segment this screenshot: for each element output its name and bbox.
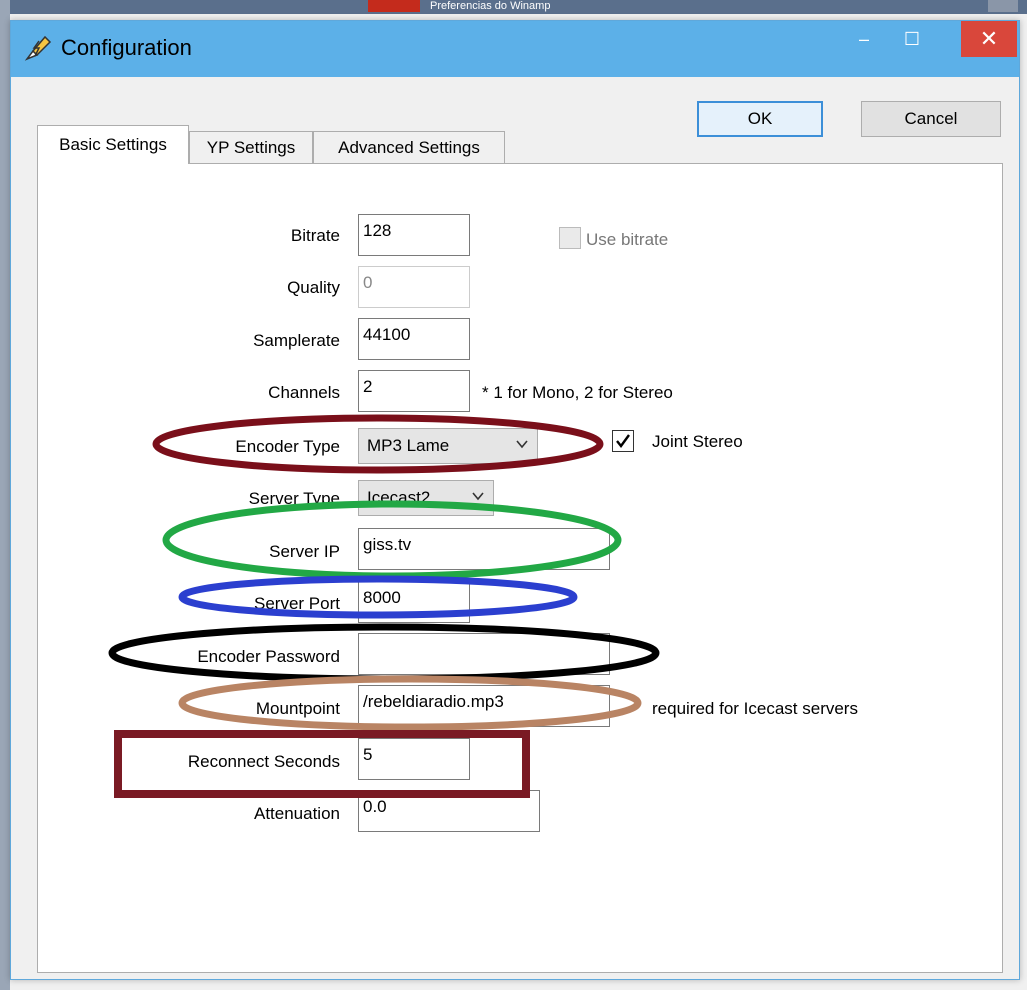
tab-advanced-settings[interactable]: Advanced Settings <box>313 131 505 163</box>
ok-button[interactable]: OK <box>697 101 823 137</box>
reconnect-seconds-label: Reconnect Seconds <box>187 752 340 771</box>
attenuation-label: Attenuation <box>253 804 340 823</box>
encoder-type-select[interactable]: MP3 Lame <box>358 428 538 464</box>
bitrate-label: Bitrate <box>290 226 340 245</box>
use-bitrate-checkbox[interactable] <box>559 227 581 249</box>
mountpoint-hint: required for Icecast servers <box>652 699 858 718</box>
maximize-button[interactable]: ☐ <box>889 21 935 57</box>
samplerate-input[interactable]: 44100 <box>358 318 470 360</box>
joint-stereo-checkbox[interactable] <box>612 430 634 452</box>
channels-hint: * 1 for Mono, 2 for Stereo <box>482 383 673 402</box>
background-window-title: Preferencias do Winamp <box>430 0 551 12</box>
channels-label: Channels <box>268 383 340 402</box>
samplerate-label: Samplerate <box>253 331 340 350</box>
background-close-button <box>368 0 420 12</box>
attenuation-input[interactable]: 0.0 <box>358 790 540 832</box>
server-type-value: Icecast2 <box>367 488 431 507</box>
joint-stereo-label: Joint Stereo <box>652 432 743 451</box>
chevron-down-icon <box>472 492 484 501</box>
cancel-button[interactable]: Cancel <box>861 101 1001 137</box>
minimize-button[interactable]: – <box>841 21 887 57</box>
check-icon <box>616 434 630 448</box>
pencil-lightning-icon <box>24 35 52 61</box>
server-port-input[interactable]: 8000 <box>358 581 470 623</box>
title-bar[interactable]: Configuration – ☐ ✕ <box>11 21 1019 77</box>
close-button[interactable]: ✕ <box>961 21 1017 57</box>
channels-input[interactable]: 2 <box>358 370 470 412</box>
basic-settings-panel: Bitrate 128 Use bitrate Quality 0 Sample… <box>37 163 1003 973</box>
tab-basic-settings[interactable]: Basic Settings <box>37 125 189 164</box>
encoder-password-input[interactable] <box>358 633 610 675</box>
use-bitrate-label: Use bitrate <box>586 230 669 249</box>
server-ip-label: Server IP <box>269 542 340 561</box>
server-ip-input[interactable]: giss.tv <box>358 528 610 570</box>
quality-label: Quality <box>287 278 340 297</box>
quality-input[interactable]: 0 <box>358 266 470 308</box>
tab-yp-settings[interactable]: YP Settings <box>189 131 313 163</box>
mountpoint-label: Mountpoint <box>255 699 340 718</box>
bitrate-input[interactable]: 128 <box>358 214 470 256</box>
configuration-dialog: Configuration – ☐ ✕ OK Cancel Basic Sett… <box>10 20 1020 980</box>
background-window-close <box>988 0 1018 12</box>
mountpoint-input[interactable]: /rebeldiaradio.mp3 <box>358 685 610 727</box>
encoder-password-label: Encoder Password <box>197 647 340 666</box>
server-type-select[interactable]: Icecast2 <box>358 480 494 516</box>
server-port-label: Server Port <box>254 594 340 613</box>
encoder-type-value: MP3 Lame <box>367 436 450 455</box>
server-type-label: Server Type <box>248 489 340 508</box>
reconnect-seconds-input[interactable]: 5 <box>358 738 470 780</box>
chevron-down-icon <box>516 440 528 449</box>
background-window-edge <box>0 0 10 990</box>
window-title: Configuration <box>61 35 192 60</box>
encoder-type-label: Encoder Type <box>235 437 340 456</box>
